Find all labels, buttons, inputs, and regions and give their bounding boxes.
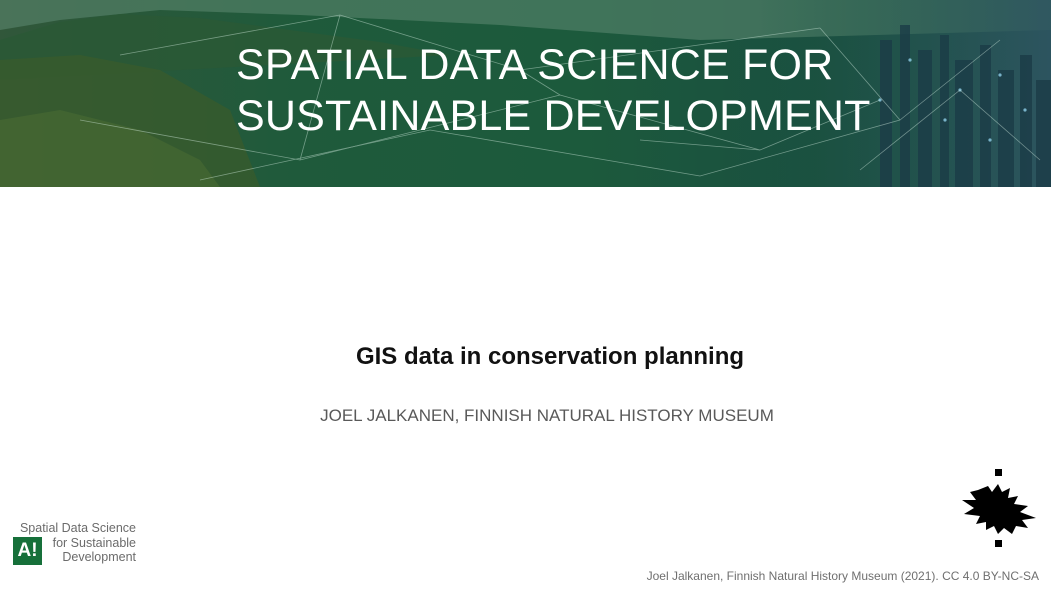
course-logo-line2: for Sustainable xyxy=(52,535,136,550)
course-logo-line3: Development xyxy=(62,550,136,564)
banner-title: SPATIAL DATA SCIENCE FOR SUSTAINABLE DEV… xyxy=(236,40,871,142)
presentation-slide: SPATIAL DATA SCIENCE FOR SUSTAINABLE DEV… xyxy=(0,0,1051,590)
slide-title: GIS data in conservation planning xyxy=(355,343,745,370)
course-logo: A! Spatial Data Science for Sustainable … xyxy=(12,521,142,569)
header-banner: SPATIAL DATA SCIENCE FOR SUSTAINABLE DEV… xyxy=(0,0,1051,187)
course-logo-line1: Spatial Data Science xyxy=(19,521,136,535)
university-of-helsinki-seal-icon xyxy=(962,469,1036,547)
footer-credit: Joel Jalkanen, Finnish Natural History M… xyxy=(646,569,1039,583)
slide-subtitle: JOEL JALKANEN, FINNISH NATURAL HISTORY M… xyxy=(320,406,774,425)
banner-title-line1: SPATIAL DATA SCIENCE FOR xyxy=(236,41,834,89)
course-logo-text: Spatial Data Science for Sustainable Dev… xyxy=(20,521,136,565)
banner-title-line2: SUSTAINABLE DEVELOPMENT xyxy=(236,92,871,140)
